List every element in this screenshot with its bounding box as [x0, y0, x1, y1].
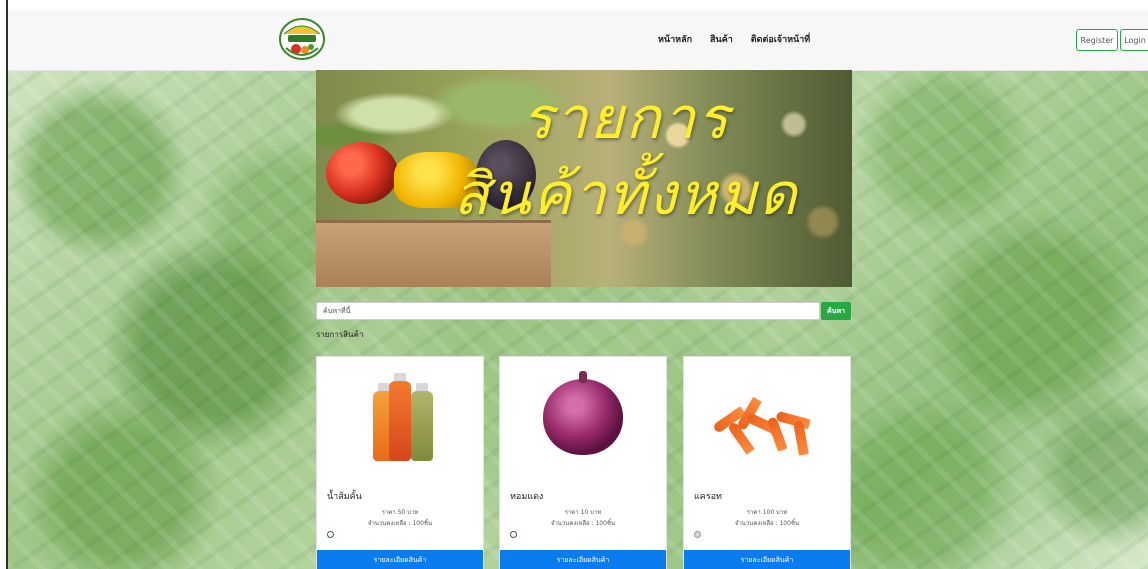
product-name: น้ำส้มคั้น [327, 492, 362, 502]
product-stock: จำนวนคงเหลือ : 100ชิ้น [550, 520, 616, 527]
status-icon [510, 531, 517, 538]
nav-link-home[interactable]: หน้าหลัก [658, 32, 692, 46]
product-name: หอมแดง [510, 492, 544, 502]
login-button[interactable]: Login [1120, 29, 1148, 51]
nav-link-products[interactable]: สินค้า [710, 32, 733, 46]
status-icon [327, 531, 334, 538]
product-card: น้ำส้มคั้น ราคา 50 บาท จำนวนคงเหลือ : 10… [316, 356, 484, 569]
product-card: หอมแดง ราคา 10 บาท จำนวนคงเหลือ : 100ชิ้… [499, 356, 667, 569]
status-icon [694, 531, 701, 538]
bottle-icon [389, 373, 411, 461]
product-card: แครอท ราคา 100 บาท จำนวนคงเหลือ : 100ชิ้… [683, 356, 851, 569]
bottle-icon [411, 383, 433, 461]
hero-title: รายการ สินค้าทั้งหมด [416, 80, 836, 232]
search-button[interactable]: ค้นหา [821, 302, 851, 320]
nav-link-contact[interactable]: ติดต่อเจ้าหน้าที่ [751, 32, 810, 46]
hero-title-line2: สินค้าทั้งหมด [453, 160, 799, 228]
navbar: หน้าหลัก สินค้า ติดต่อเจ้าหน้าที่ Regist… [8, 10, 1148, 71]
product-stock: จำนวนคงเหลือ : 100ชิ้น [367, 520, 433, 527]
nav-links: หน้าหลัก สินค้า ติดต่อเจ้าหน้าที่ [658, 32, 810, 46]
site-logo[interactable] [278, 16, 326, 62]
product-image-onion[interactable] [500, 357, 666, 477]
product-price: ราคา 50 บาท [381, 509, 419, 516]
hero-tomato [326, 142, 398, 204]
product-image-carrot[interactable] [684, 357, 850, 477]
onion-icon [543, 371, 623, 455]
product-price: ราคา 100 บาท [746, 509, 788, 516]
search-input[interactable] [316, 302, 820, 320]
product-name: แครอท [694, 492, 722, 502]
product-detail-button[interactable]: รายละเอียดสินค้า [317, 550, 483, 569]
product-price: ราคา 10 บาท [564, 509, 602, 516]
hero-title-line1: รายการ [521, 84, 731, 152]
product-detail-button[interactable]: รายละเอียดสินค้า [684, 550, 850, 569]
product-stock: จำนวนคงเหลือ : 100ชิ้น [734, 520, 800, 527]
product-detail-button[interactable]: รายละเอียดสินค้า [500, 550, 666, 569]
product-image-juice[interactable] [317, 357, 483, 477]
hero-banner: รายการ สินค้าทั้งหมด [316, 70, 852, 287]
register-button[interactable]: Register [1076, 29, 1118, 51]
section-title: รายการสินค้า [316, 330, 364, 339]
